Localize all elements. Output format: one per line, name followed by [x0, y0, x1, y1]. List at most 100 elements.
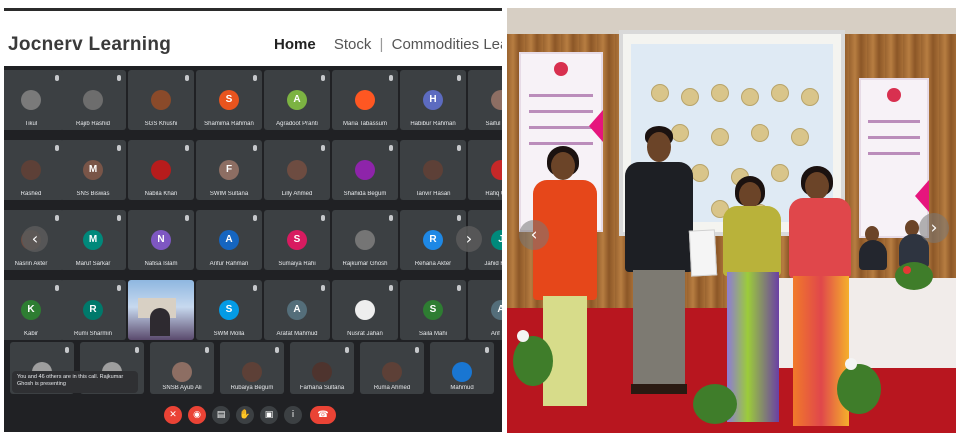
- mic-muted-icon: [253, 215, 257, 221]
- banner-logo: [887, 88, 901, 102]
- raise-hand-icon[interactable]: ✋: [236, 406, 254, 424]
- avatar: [151, 90, 171, 110]
- banner-accent: [589, 110, 603, 142]
- present-screen-icon[interactable]: ▣: [260, 406, 278, 424]
- avatar: [21, 90, 41, 110]
- end-call-button[interactable]: ☎: [310, 406, 336, 424]
- mic-muted-icon: [389, 215, 393, 221]
- flower: [845, 358, 857, 370]
- mic-muted-icon: [389, 145, 393, 151]
- participant-tile[interactable]: SNSB Ayub Ali: [150, 342, 214, 394]
- flower-pot: [513, 336, 553, 386]
- participant-tile[interactable]: A Agradoot Pranti: [264, 70, 330, 130]
- banner-text-line: [529, 142, 593, 145]
- mic-muted-icon: [457, 75, 461, 81]
- participant-tile[interactable]: Lilly Ahmed: [264, 140, 330, 200]
- participant-tile[interactable]: F SWIM Sultana: [196, 140, 262, 200]
- avatar: N: [151, 230, 171, 250]
- participant-tile[interactable]: N Nafisa Islam: [128, 210, 194, 270]
- banner-text-line: [867, 120, 921, 123]
- nav-stock-link[interactable]: Stock: [334, 36, 372, 53]
- participant-tile[interactable]: Rafiq Uddin: [468, 140, 502, 200]
- nav-home-link[interactable]: Home: [274, 36, 316, 53]
- avatar: A: [219, 230, 239, 250]
- participant-name: Rubaiya Begum: [230, 385, 274, 391]
- banner-accent: [915, 180, 929, 212]
- participant-tile[interactable]: Mahmud: [430, 342, 494, 394]
- avatar: [491, 90, 502, 110]
- participant-name: Jahid Hasan: [484, 261, 502, 267]
- mic-muted-icon: [485, 347, 489, 353]
- avatar: S: [423, 300, 443, 320]
- brand-title[interactable]: Jocnerv Learning: [8, 34, 171, 56]
- avatar: [287, 160, 307, 180]
- participant-tile[interactable]: Maria Tabassum: [332, 70, 398, 130]
- participant-name: Habibur Rahman: [410, 121, 456, 127]
- participant-name: Arif Mia: [490, 331, 502, 337]
- mic-muted-icon: [275, 347, 279, 353]
- participant-tile[interactable]: K Kabir: [4, 280, 64, 340]
- participant-tile[interactable]: Nabila Khan: [128, 140, 194, 200]
- camera-off-icon[interactable]: ◉: [188, 406, 206, 424]
- right-banner: [859, 78, 929, 238]
- participant-tile[interactable]: R Rumi Sharmin: [60, 280, 126, 340]
- participant-tile[interactable]: A Arafat Mahmud: [264, 280, 330, 340]
- photo-prev-button[interactable]: ‹: [519, 220, 549, 250]
- avatar: F: [219, 160, 239, 180]
- mic-off-icon[interactable]: ✕: [164, 406, 182, 424]
- participant-name: Saila Mahi: [418, 331, 447, 337]
- avatar: A: [287, 90, 307, 110]
- participant-name: SWM Molla: [213, 331, 245, 337]
- participant-tile[interactable]: Rajkumar Ghosh: [332, 210, 398, 270]
- info-icon[interactable]: i: [284, 406, 302, 424]
- flower: [517, 330, 529, 342]
- avatar: [355, 90, 375, 110]
- flower-pot: [895, 262, 933, 290]
- participant-tile[interactable]: A Arif Mia: [468, 280, 502, 340]
- participant-tile[interactable]: M SNS Biswas: [60, 140, 126, 200]
- participant-tile[interactable]: M Maruf Sarkar: [60, 210, 126, 270]
- participant-tile[interactable]: H Habibur Rahman: [400, 70, 466, 130]
- participant-tile[interactable]: S Shamima Rahman: [196, 70, 262, 130]
- participant-tile[interactable]: Rashed: [4, 140, 64, 200]
- nav-commodities-link[interactable]: Commodities Lea: [392, 36, 502, 53]
- event-photo: ‹ ›: [507, 8, 956, 433]
- grid-prev-button[interactable]: ‹: [22, 226, 48, 252]
- certificate-paper: [688, 229, 718, 277]
- avatar: S: [219, 300, 239, 320]
- slide-portrait: [681, 88, 699, 106]
- mic-muted-icon: [321, 75, 325, 81]
- mic-muted-icon: [185, 215, 189, 221]
- participant-tile[interactable]: Nusrat Jahan: [332, 280, 398, 340]
- mic-muted-icon: [135, 347, 139, 353]
- participant-tile[interactable]: Rubaiya Begum: [220, 342, 284, 394]
- mic-muted-icon: [65, 347, 69, 353]
- slide-portrait: [741, 88, 759, 106]
- slide-portrait: [751, 124, 769, 142]
- participant-tile[interactable]: S SWM Molla: [196, 280, 262, 340]
- participant-tile[interactable]: [128, 280, 194, 340]
- participant-tile[interactable]: Farhana Sultana: [290, 342, 354, 394]
- participant-tile[interactable]: Shahida Begum: [332, 140, 398, 200]
- participant-name: Nafisa Islam: [144, 261, 178, 267]
- banner-text-line: [529, 94, 593, 97]
- grid-next-button[interactable]: ›: [456, 226, 482, 252]
- participant-name: Farhana Sultana: [299, 385, 345, 391]
- participant-name: Nasrin Akter: [14, 261, 48, 267]
- participant-tile[interactable]: S Sumaiya Rahi: [264, 210, 330, 270]
- photo-next-button[interactable]: ›: [919, 213, 949, 243]
- participant-tile[interactable]: Saiful Islam: [468, 70, 502, 130]
- participant-tile[interactable]: Tikul: [4, 70, 64, 130]
- avatar: A: [287, 300, 307, 320]
- participant-tile[interactable]: Ruma Ahmed: [360, 342, 424, 394]
- mic-muted-icon: [415, 347, 419, 353]
- avatar: M: [83, 160, 103, 180]
- participant-tile[interactable]: SGS Khushi: [128, 70, 194, 130]
- participant-tile[interactable]: A Arifur Rahman: [196, 210, 262, 270]
- participant-tile[interactable]: Tanvir Hasan: [400, 140, 466, 200]
- captions-icon[interactable]: ▤: [212, 406, 230, 424]
- participant-name: Maria Tabassum: [343, 121, 387, 127]
- participant-tile[interactable]: S Saila Mahi: [400, 280, 466, 340]
- participant-tile[interactable]: Rajib Rashid: [60, 70, 126, 130]
- video-call-panel: Jocnerv Learning Home Stock | Commoditie…: [4, 8, 502, 432]
